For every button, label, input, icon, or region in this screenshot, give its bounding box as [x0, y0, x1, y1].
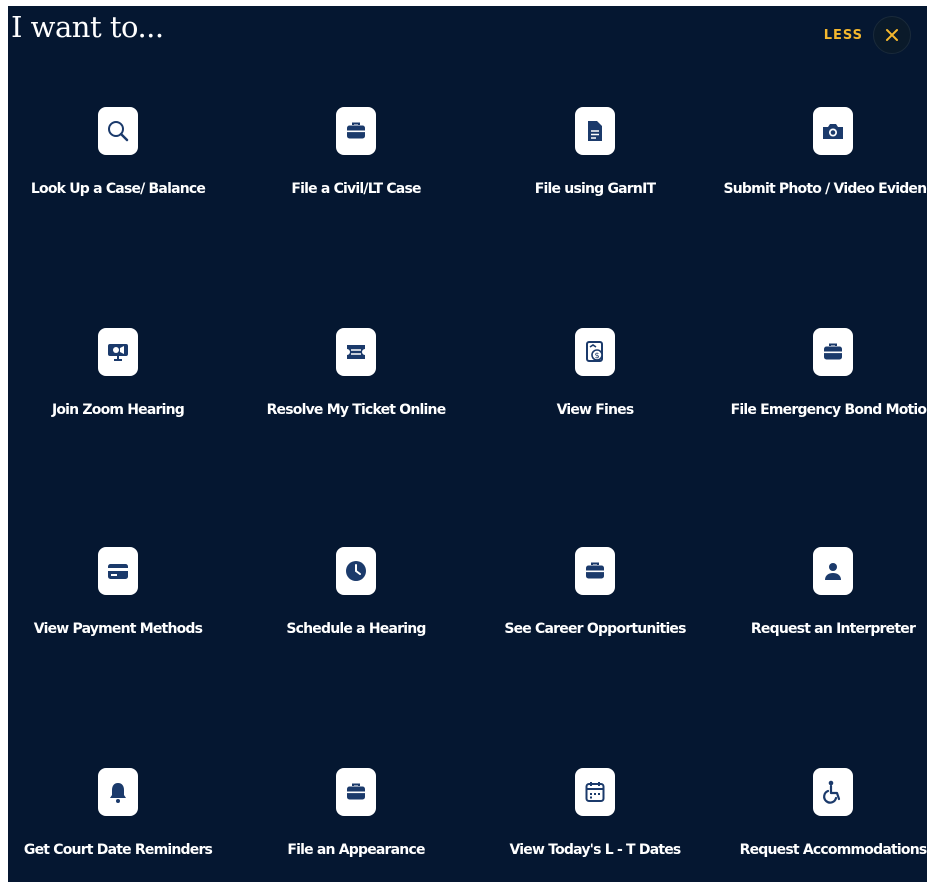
credit-card-icon: [106, 560, 130, 582]
icon-tile[interactable]: [336, 768, 376, 816]
icon-tile[interactable]: [336, 107, 376, 155]
person-icon: [822, 560, 844, 582]
briefcase-icon: [345, 781, 367, 803]
action-schedule-a-hearing[interactable]: Schedule a Hearing: [237, 547, 475, 657]
action-label[interactable]: Get Court Date Reminders: [24, 842, 213, 858]
action-resolve-my-ticket-online[interactable]: Resolve My Ticket Online: [237, 328, 475, 438]
action-label[interactable]: Join Zoom Hearing: [52, 402, 185, 418]
bell-icon: [107, 780, 129, 804]
action-view-today-s-l-t-dates[interactable]: View Today's L - T Dates: [476, 768, 714, 878]
action-label[interactable]: File a Civil/LT Case: [291, 181, 421, 197]
video-monitor-icon: [106, 341, 130, 363]
action-request-accommodations[interactable]: Request Accommodations: [714, 768, 927, 878]
action-label[interactable]: See Career Opportunities: [504, 621, 686, 637]
action-look-up-a-case-balance[interactable]: Look Up a Case/ Balance: [8, 107, 237, 217]
action-see-career-opportunities[interactable]: See Career Opportunities: [476, 547, 714, 657]
action-view-fines[interactable]: $ View Fines: [476, 328, 714, 438]
icon-tile[interactable]: [98, 328, 138, 376]
action-label[interactable]: File an Appearance: [287, 842, 425, 858]
icon-tile[interactable]: [813, 328, 853, 376]
icon-tile[interactable]: [813, 768, 853, 816]
action-label[interactable]: Request an Interpreter: [751, 621, 916, 637]
action-label[interactable]: Request Accommodations: [740, 842, 927, 858]
icon-tile[interactable]: [336, 547, 376, 595]
action-label[interactable]: Look Up a Case/ Balance: [31, 181, 206, 197]
svg-text:$: $: [594, 351, 599, 360]
icon-tile[interactable]: [98, 107, 138, 155]
search-icon: [105, 118, 131, 144]
icon-tile[interactable]: [98, 768, 138, 816]
icon-tile[interactable]: $: [575, 328, 615, 376]
icon-tile[interactable]: [575, 547, 615, 595]
action-label[interactable]: Schedule a Hearing: [286, 621, 426, 637]
icon-tile[interactable]: [575, 107, 615, 155]
action-file-emergency-bond-motion[interactable]: File Emergency Bond Motion: [714, 328, 927, 438]
action-file-an-appearance[interactable]: File an Appearance: [237, 768, 475, 878]
clock-icon: [344, 559, 368, 583]
action-file-using-garnit[interactable]: File using GarnIT: [476, 107, 714, 217]
action-grid: Look Up a Case/ Balance File a Civil/LT C…: [8, 6, 927, 882]
action-view-payment-methods[interactable]: View Payment Methods: [8, 547, 237, 657]
ticket-icon: [344, 341, 368, 363]
action-label[interactable]: File Emergency Bond Motion: [731, 402, 927, 418]
action-file-a-civil-lt-case[interactable]: File a Civil/LT Case: [237, 107, 475, 217]
money-document-icon: $: [584, 340, 606, 364]
action-label[interactable]: View Today's L - T Dates: [510, 842, 682, 858]
briefcase-icon: [584, 560, 606, 582]
action-join-zoom-hearing[interactable]: Join Zoom Hearing: [8, 328, 237, 438]
i-want-to-panel: I want to... LESS Look Up a Case/ Balanc…: [8, 6, 927, 882]
icon-tile[interactable]: [813, 107, 853, 155]
document-icon: [585, 119, 605, 143]
action-label[interactable]: Resolve My Ticket Online: [267, 402, 447, 418]
briefcase-icon: [822, 341, 844, 363]
action-get-court-date-reminders[interactable]: Get Court Date Reminders: [8, 768, 237, 878]
action-label[interactable]: File using GarnIT: [535, 181, 656, 197]
briefcase-icon: [345, 120, 367, 142]
icon-tile[interactable]: [813, 547, 853, 595]
icon-tile[interactable]: [98, 547, 138, 595]
action-request-an-interpreter[interactable]: Request an Interpreter: [714, 547, 927, 657]
wheelchair-icon: [821, 779, 845, 805]
calendar-icon: [584, 780, 606, 804]
action-label[interactable]: View Fines: [557, 402, 635, 418]
action-label[interactable]: Submit Photo / Video Evidence: [723, 181, 927, 197]
action-submit-photo-video-evidence[interactable]: Submit Photo / Video Evidence: [714, 107, 927, 217]
camera-icon: [821, 120, 845, 142]
icon-tile[interactable]: [336, 328, 376, 376]
icon-tile[interactable]: [575, 768, 615, 816]
action-label[interactable]: View Payment Methods: [34, 621, 203, 637]
